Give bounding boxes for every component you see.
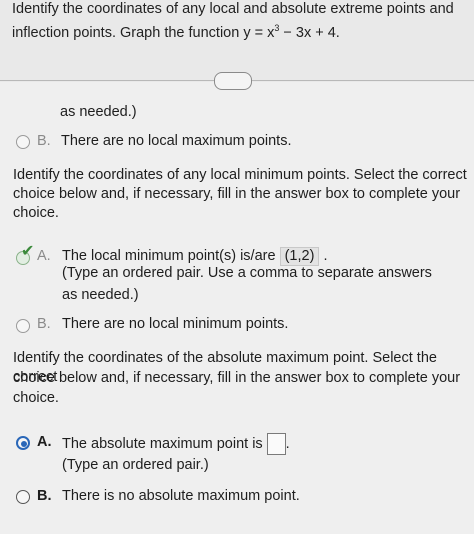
local-min-option-b-text: There are no local minimum points. — [62, 316, 289, 332]
abs-max-option-b-letter: B. — [37, 488, 52, 504]
abs-max-answer-box[interactable] — [266, 433, 286, 455]
abs-max-option-b-text: There is no absolute maximum point. — [62, 488, 300, 504]
question-line-1: Identify the coordinates of any local an… — [12, 1, 454, 17]
local-min-option-a-text: The local minimum point(s) is/are — [62, 248, 276, 264]
continued-note: as needed.) — [60, 104, 137, 120]
question-header: Identify the coordinates of any local an… — [0, 0, 474, 82]
local-min-prompt-2: choice below and, if necessary, fill in … — [13, 186, 461, 202]
question-line-2-suffix: − 3x + 4. — [279, 24, 340, 41]
local-min-option-b-radio[interactable] — [16, 319, 30, 333]
abs-max-option-a-text: The absolute maximum point is — [62, 435, 263, 452]
abs-max-option-a-letter: A. — [37, 434, 52, 450]
abs-max-note: (Type an ordered pair.) — [62, 457, 209, 473]
local-min-prompt-3: choice. — [13, 205, 59, 221]
question-line-2: inflection points. Graph the function y … — [12, 19, 472, 43]
abs-max-option-a-trail: . — [285, 435, 290, 452]
abs-max-option-a-row: The absolute maximum point is. — [62, 433, 290, 455]
checkmark-icon: ✔ — [21, 243, 35, 260]
more-button[interactable] — [214, 72, 252, 90]
local-max-option-b-radio[interactable] — [16, 135, 30, 149]
question-line-2-prefix: inflection points. Graph the function y … — [12, 24, 275, 41]
question-text: Identify the coordinates of any local an… — [12, 0, 472, 43]
abs-max-option-b-radio[interactable] — [16, 490, 30, 504]
local-min-option-a-trail: . — [323, 248, 328, 264]
local-min-note-1: (Type an ordered pair. Use a comma to se… — [62, 265, 432, 281]
abs-max-prompt-3: choice. — [13, 390, 59, 406]
abs-max-prompt-2: choice below and, if necessary, fill in … — [13, 370, 461, 386]
local-min-note-2: as needed.) — [62, 287, 139, 303]
local-min-option-a-letter: A. — [37, 248, 51, 264]
local-min-prompt-1: Identify the coordinates of any local mi… — [13, 167, 467, 183]
local-max-option-b-letter: B. — [37, 133, 51, 149]
local-max-option-b-text: There are no local maximum points. — [61, 133, 292, 149]
local-min-option-b-letter: B. — [37, 316, 51, 332]
abs-max-option-a-radio[interactable] — [16, 436, 30, 450]
